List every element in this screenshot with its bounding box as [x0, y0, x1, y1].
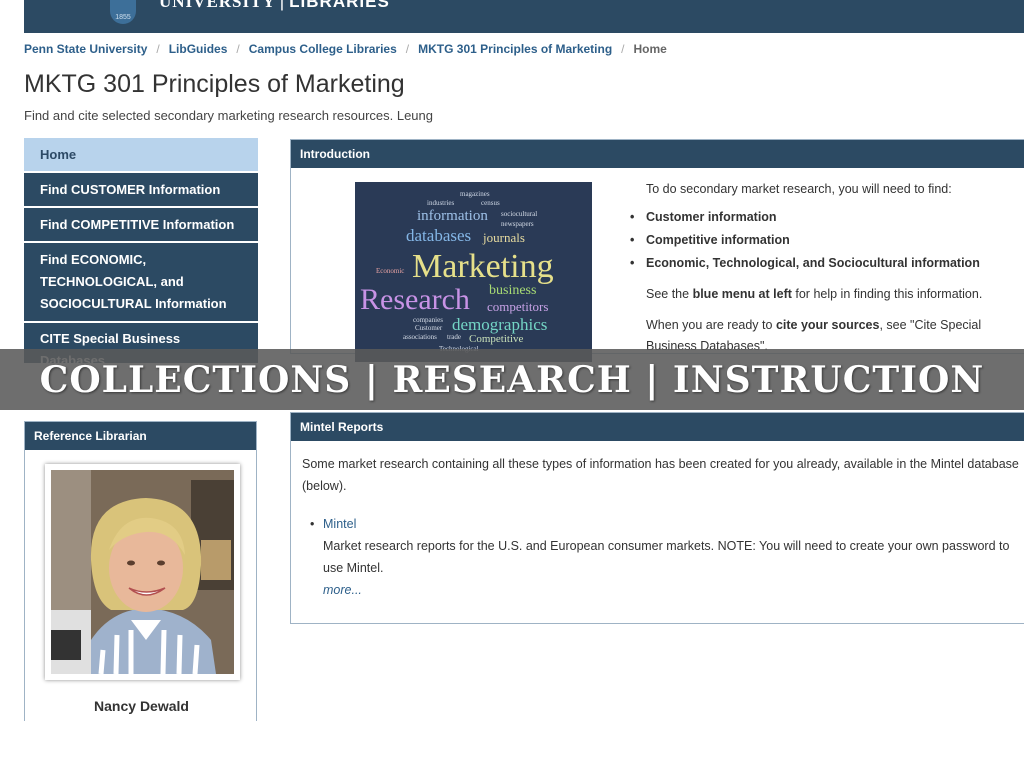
page-description: Find and cite selected secondary marketi…: [24, 108, 433, 123]
breadcrumb-separator: /: [156, 42, 160, 56]
librarian-name: Nancy Dewald: [94, 698, 189, 714]
wc-word: trade: [447, 333, 461, 341]
list-item: Customer information: [630, 210, 1024, 233]
breadcrumb-current: Home: [633, 42, 667, 56]
logo-university: UNIVERSITY: [159, 0, 276, 11]
wc-word: magazines: [460, 190, 490, 198]
wc-word: census: [481, 199, 500, 207]
introduction-text: To do secondary market research, you wil…: [630, 182, 1024, 357]
wc-word: newspapers: [501, 220, 534, 228]
mintel-link[interactable]: Mintel: [323, 517, 356, 531]
logo-libraries: LIBRARIES: [289, 0, 390, 11]
breadcrumb-campus-college-libraries[interactable]: Campus College Libraries: [249, 42, 397, 56]
list-item: Economic, Technological, and Sociocultur…: [630, 256, 1024, 279]
page-title: MKTG 301 Principles of Marketing: [24, 70, 405, 98]
nav-item-economic[interactable]: Find ECONOMIC, TECHNOLOGICAL, and SOCIOC…: [24, 243, 258, 321]
marketing-word-cloud-image: magazines industries census information …: [355, 182, 592, 362]
mintel-intro-text: Some market research containing all thes…: [302, 457, 1019, 493]
wc-word: Customer: [415, 324, 443, 332]
university-shield-icon[interactable]: 1855: [110, 0, 136, 24]
nav-item-competitive[interactable]: Find COMPETITIVE Information: [24, 208, 258, 241]
banner-text: COLLECTIONS | RESEARCH | INSTRUCTION: [39, 358, 985, 401]
wc-word: Research: [360, 283, 470, 316]
wc-word: companies: [413, 316, 443, 324]
logo-year: 1855: [115, 14, 131, 21]
wc-word: Competitive: [469, 333, 524, 345]
wc-word: journals: [483, 230, 525, 245]
logo-separator: |: [279, 0, 286, 11]
intro-lead: To do secondary market research, you wil…: [646, 182, 952, 196]
intro-menu-tip-bold: blue menu at left: [692, 287, 792, 301]
intro-cite-tip-bold: cite your sources: [775, 318, 880, 332]
intro-menu-tip: See the blue menu at left for help in fi…: [646, 287, 1024, 301]
intro-menu-tip-prefix: See the: [646, 287, 693, 301]
nav-item-customer[interactable]: Find CUSTOMER Information: [24, 173, 258, 206]
mintel-reports-box: Mintel Reports Some market research cont…: [290, 412, 1024, 624]
librarian-photo: [51, 470, 234, 674]
breadcrumb: Penn State University / LibGuides / Campus C…: [24, 42, 667, 56]
breadcrumb-penn-state[interactable]: Penn State University: [24, 42, 147, 56]
reference-librarian-header: Reference Librarian: [25, 422, 256, 450]
list-item: Competitive information: [630, 233, 1024, 256]
wc-word: databases: [406, 226, 472, 245]
wc-word: demographics: [452, 315, 548, 334]
site-header: 1855 UNIVERSITY | LIBRARIES: [24, 0, 1024, 33]
mintel-reports-header: Mintel Reports: [291, 413, 1024, 441]
breadcrumb-mktg-301[interactable]: MKTG 301 Principles of Marketing: [418, 42, 612, 56]
librarian-portrait-image: [51, 470, 234, 674]
wc-word: industries: [427, 199, 455, 207]
breadcrumb-separator: /: [236, 42, 240, 56]
nav-item-home[interactable]: Home: [24, 138, 258, 171]
libraries-logo[interactable]: UNIVERSITY | LIBRARIES: [159, 0, 390, 12]
mintel-resource-list: Mintel Market research reports for the U…: [302, 513, 1024, 601]
overlay-banner: COLLECTIONS | RESEARCH | INSTRUCTION: [0, 349, 1024, 410]
breadcrumb-libguides[interactable]: LibGuides: [169, 42, 228, 56]
intro-menu-tip-suffix: for help in finding this information.: [791, 287, 983, 301]
introduction-header: Introduction: [291, 140, 1024, 168]
wc-word: Economic: [376, 267, 405, 275]
reference-librarian-box: Reference Librarian Nancy Dewald: [24, 421, 257, 721]
wc-word: information: [417, 208, 488, 224]
wc-word: business: [489, 283, 537, 298]
breadcrumb-separator: /: [621, 42, 625, 56]
librarian-photo-frame: [45, 464, 240, 680]
wc-word: sociocultural: [501, 210, 538, 218]
breadcrumb-separator: /: [405, 42, 410, 56]
intro-list: Customer information Competitive informa…: [630, 210, 1024, 279]
wc-word: Marketing: [412, 248, 554, 285]
more-link[interactable]: more...: [323, 583, 362, 597]
mintel-description: Market research reports for the U.S. and…: [323, 539, 1010, 575]
wc-word: competitors: [487, 299, 549, 314]
wc-word: associations: [403, 333, 437, 341]
intro-cite-tip-prefix: When you are ready to: [646, 318, 776, 332]
guide-nav-menu: Home Find CUSTOMER Information Find COMP…: [24, 138, 258, 368]
introduction-box: Introduction magazines industries census…: [290, 139, 1024, 362]
